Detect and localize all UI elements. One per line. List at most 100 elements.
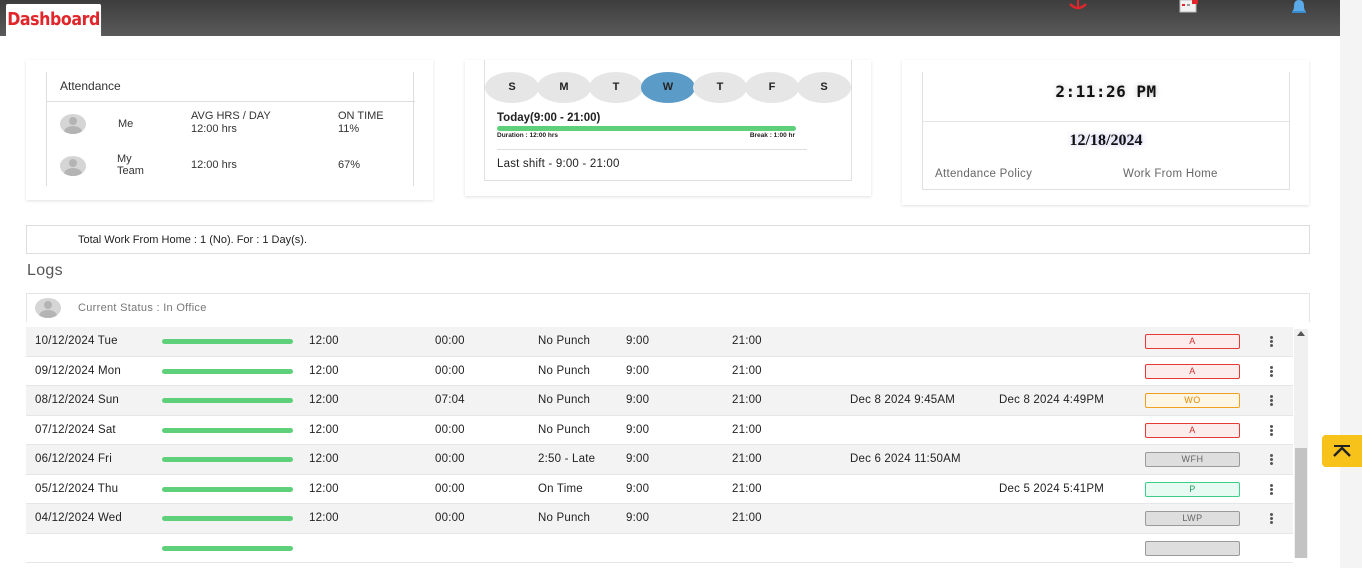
attendance-row-label-team: My Team bbox=[117, 153, 144, 177]
log-out-time: Dec 5 2024 5:41PM bbox=[999, 482, 1105, 495]
arrival-status: No Punch bbox=[538, 394, 591, 406]
current-status-bar: Current Status : In Office bbox=[26, 293, 1310, 322]
hours-progress-bar bbox=[162, 427, 293, 433]
attendance-policy-link[interactable]: Attendance Policy bbox=[935, 168, 1032, 180]
more-options-icon[interactable] bbox=[1270, 454, 1273, 465]
gross-hours: 00:00 bbox=[435, 482, 465, 495]
status-badge[interactable]: WO bbox=[1145, 393, 1240, 408]
current-status-text: Current Status : In Office bbox=[78, 302, 207, 314]
current-date: 12/18/2024 bbox=[1069, 132, 1143, 149]
work-from-home-link[interactable]: Work From Home bbox=[1123, 168, 1218, 180]
status-badge[interactable]: LWP bbox=[1145, 511, 1240, 526]
table-row: 06/12/2024 Fri 12:00 00:00 2:50 - Late 9:00 2… bbox=[26, 445, 1293, 475]
hours-progress-bar bbox=[162, 368, 293, 374]
shift-start: 9:00 bbox=[626, 423, 650, 436]
log-date: 10/12/2024 Tue bbox=[35, 335, 118, 347]
shift-end: 21:00 bbox=[732, 335, 762, 347]
gross-hours: 00:00 bbox=[435, 512, 465, 524]
arrival-status: No Punch bbox=[538, 364, 591, 377]
gross-hours: 00:00 bbox=[435, 453, 465, 465]
effective-hours: 12:00 bbox=[309, 482, 339, 495]
wfh-summary-bar: Total Work From Home : 1 (No). For : 1 D… bbox=[26, 225, 1310, 254]
bell-icon[interactable] bbox=[1289, 0, 1309, 14]
arrival-status: No Punch bbox=[538, 423, 591, 436]
table-row: 09/12/2024 Mon 12:00 00:00 No Punch 9:00 21:0… bbox=[26, 357, 1293, 386]
gross-hours: 00:00 bbox=[435, 364, 465, 377]
shift-start: 9:00 bbox=[626, 394, 650, 406]
table-row: 05/12/2024 Thu 12:00 00:00 On Time 9:00 21:00… bbox=[26, 475, 1293, 504]
page-edge bbox=[1340, 0, 1362, 568]
shift-start: 9:00 bbox=[626, 335, 650, 347]
day-tuesday[interactable]: T bbox=[589, 72, 643, 103]
scroll-to-top-button[interactable] bbox=[1322, 435, 1362, 467]
effective-hours: 12:00 bbox=[309, 394, 339, 406]
scrollbar-thumb[interactable] bbox=[1295, 448, 1307, 558]
hours-progress-bar bbox=[162, 339, 293, 344]
table-row: 07/12/2024 Sat 12:00 00:00 No Punch 9:00 21:0… bbox=[26, 416, 1293, 445]
day-thursday[interactable]: T bbox=[693, 72, 747, 103]
shift-start: 9:00 bbox=[626, 453, 650, 465]
more-options-icon[interactable] bbox=[1270, 483, 1273, 495]
gross-hours: 07:04 bbox=[435, 394, 465, 406]
log-date: 05/12/2024 Thu bbox=[35, 482, 119, 495]
more-options-icon[interactable] bbox=[1270, 365, 1273, 377]
hours-progress-bar bbox=[162, 545, 293, 551]
effective-hours: 12:00 bbox=[309, 335, 339, 347]
scroll-up-arrow-icon[interactable] bbox=[1297, 331, 1305, 336]
table-row: 08/12/2024 Sun 12:00 07:04 No Punch 9:00 21:0… bbox=[26, 386, 1293, 416]
shift-start: 9:00 bbox=[626, 364, 650, 377]
log-date: 04/12/2024 Wed bbox=[35, 512, 122, 524]
status-badge[interactable] bbox=[1145, 540, 1240, 556]
arrival-status: On Time bbox=[538, 482, 583, 495]
log-date: 08/12/2024 Sun bbox=[35, 394, 120, 406]
status-badge[interactable]: A bbox=[1145, 334, 1240, 349]
wfh-summary-text: Total Work From Home : 1 (No). For : 1 D… bbox=[78, 234, 308, 246]
table-row-partial-bottom bbox=[26, 534, 1293, 563]
attendance-row-label-me: Me bbox=[118, 118, 134, 130]
map-pin-icon[interactable] bbox=[1066, 0, 1090, 10]
hours-progress-bar bbox=[162, 398, 293, 403]
current-time: 2:11:26 PM bbox=[1055, 82, 1157, 101]
shift-end: 21:00 bbox=[732, 394, 762, 406]
ontime-me: 11% bbox=[338, 123, 360, 135]
break-label: Break : 1:00 hr bbox=[749, 132, 795, 139]
day-sunday[interactable]: S bbox=[485, 72, 539, 103]
table-row: 10/12/2024 Tue 12:00 00:00 No Punch 9:00 21:0… bbox=[26, 327, 1293, 357]
avg-hours-header: AVG HRS / DAY bbox=[191, 110, 271, 122]
attendance-title: Attendance bbox=[60, 79, 121, 93]
avatar bbox=[60, 114, 86, 134]
arrival-status: No Punch bbox=[538, 335, 591, 347]
logs-table: 10/12/2024 Tue 12:00 00:00 No Punch 9:00 21:0… bbox=[26, 327, 1293, 568]
hours-progress-bar bbox=[162, 457, 293, 462]
ontime-team: 67% bbox=[338, 159, 361, 171]
day-wednesday-active[interactable]: W bbox=[641, 72, 695, 103]
shift-end: 21:00 bbox=[732, 453, 762, 465]
clock-card: 2:11:26 PM 12/18/2024 Attendance Policy … bbox=[902, 60, 1309, 205]
table-row: 04/12/2024 Wed 12:00 00:00 No Punch 9:00 21:0… bbox=[26, 504, 1293, 534]
clock-panel: 2:11:26 PM 12/18/2024 Attendance Policy … bbox=[922, 72, 1290, 190]
more-options-icon[interactable] bbox=[1270, 513, 1273, 524]
today-label: Today(9:00 - 21:00) bbox=[497, 112, 601, 124]
day-saturday[interactable]: S bbox=[797, 72, 851, 103]
shift-progress-bar bbox=[497, 126, 796, 131]
arrival-status: No Punch bbox=[538, 512, 591, 524]
status-badge[interactable]: P bbox=[1145, 481, 1240, 497]
calendar-icon[interactable] bbox=[1178, 0, 1200, 14]
more-options-icon[interactable] bbox=[1270, 424, 1273, 436]
effective-hours: 12:00 bbox=[309, 512, 339, 524]
log-in-time: Dec 6 2024 11:50AM bbox=[850, 453, 961, 465]
more-options-icon[interactable] bbox=[1270, 336, 1273, 347]
status-badge[interactable]: A bbox=[1145, 363, 1240, 379]
shift-end: 21:00 bbox=[732, 512, 762, 524]
last-shift: Last shift - 9:00 - 21:00 bbox=[497, 158, 620, 170]
shift-start: 9:00 bbox=[626, 512, 650, 524]
more-options-icon[interactable] bbox=[1270, 395, 1273, 406]
day-monday[interactable]: M bbox=[537, 72, 591, 103]
shift-end: 21:00 bbox=[732, 364, 762, 377]
dashboard-tab[interactable]: Dashboard bbox=[6, 4, 102, 36]
avg-hours-team: 12:00 hrs bbox=[191, 159, 237, 171]
status-badge[interactable]: A bbox=[1145, 422, 1240, 438]
log-in-time: Dec 8 2024 9:45AM bbox=[850, 394, 956, 406]
day-friday[interactable]: F bbox=[745, 72, 799, 103]
status-badge[interactable]: WFH bbox=[1145, 452, 1240, 467]
